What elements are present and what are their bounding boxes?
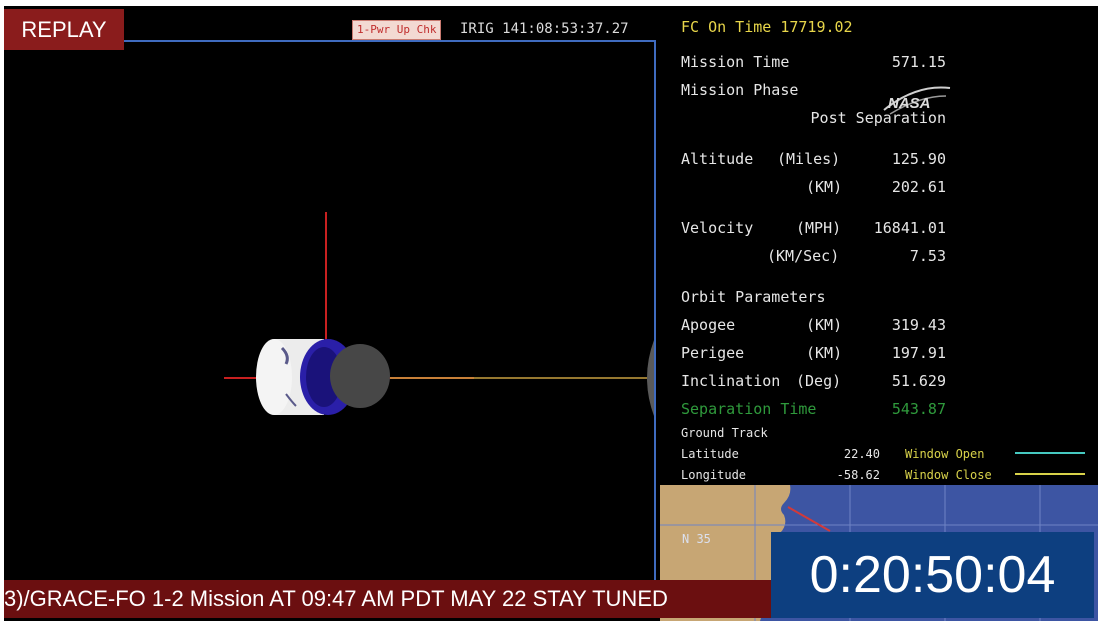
window-open-label: Window Open (905, 447, 985, 461)
altitude-km-unit: (KM) (806, 178, 843, 196)
replay-badge: REPLAY (4, 9, 124, 50)
velocity-kms-unit: (KM/Sec) (767, 247, 840, 265)
perigee-unit: (KM) (806, 344, 843, 362)
ground-track-label: Ground Track (681, 426, 768, 440)
svg-text:NASA: NASA (888, 95, 931, 112)
window-open-line (1015, 452, 1085, 454)
inclination-value: 51.629 (891, 372, 946, 390)
inclination-label: Inclination (681, 372, 781, 390)
latitude-value: 22.40 (843, 447, 880, 461)
longitude-value: -58.62 (836, 468, 880, 482)
mission-phase-label: Mission Phase (681, 81, 799, 99)
altitude-km-value: 202.61 (891, 178, 946, 196)
vehicle-3d-view (4, 40, 656, 590)
velocity-label: Velocity (681, 219, 754, 237)
altitude-miles-value: 125.90 (891, 150, 946, 168)
velocity-mph-unit: (MPH) (796, 219, 842, 237)
ground-track-line (787, 506, 831, 532)
grey-end-disk (330, 344, 390, 408)
mission-time-value: 571.15 (891, 53, 946, 71)
velocity-mph-value: 16841.01 (873, 219, 946, 237)
separation-time-label: Separation Time (681, 400, 817, 418)
satellite-edge (647, 340, 654, 416)
vehicle-render (224, 212, 654, 416)
altitude-label: Altitude (681, 150, 754, 168)
apogee-label: Apogee (681, 316, 736, 334)
latitude-label: Latitude (681, 447, 739, 461)
apogee-unit: (KM) (806, 316, 843, 334)
news-ticker: 3)/GRACE-FO 1-2 Mission AT 09:47 AM PDT … (4, 580, 772, 618)
window-close-line (1015, 473, 1085, 475)
telemetry-screen: 1-Pwr Up Chk IRIG 141:08:53:37.27 FC On … (4, 6, 1098, 621)
perigee-value: 197.91 (891, 344, 946, 362)
countdown-clock: 0:20:50:04 (771, 532, 1094, 618)
orbit-params-label: Orbit Parameters (681, 288, 826, 306)
apogee-value: 319.43 (891, 316, 946, 334)
telemetry-panel: FC On Time 17719.02 Mission Time 571.15 … (660, 6, 1098, 486)
lat-label: N 35 (682, 532, 711, 546)
mission-time-label: Mission Time (681, 53, 790, 71)
inclination-unit: (Deg) (796, 372, 842, 390)
velocity-kms-value: 7.53 (909, 247, 946, 265)
separation-time-value: 543.87 (891, 400, 946, 418)
nasa-logo-icon: NASA (883, 86, 951, 115)
perigee-label: Perigee (681, 344, 745, 362)
altitude-miles-unit: (Miles) (777, 150, 841, 168)
window-close-label: Window Close (905, 468, 992, 482)
irig-time: IRIG 141:08:53:37.27 (460, 21, 629, 37)
longitude-label: Longitude (681, 468, 747, 482)
event-tag: 1-Pwr Up Chk (352, 20, 442, 40)
fc-on-time: FC On Time 17719.02 (681, 18, 853, 36)
ticker-text: 3)/GRACE-FO 1-2 Mission AT 09:47 AM PDT … (4, 586, 668, 611)
